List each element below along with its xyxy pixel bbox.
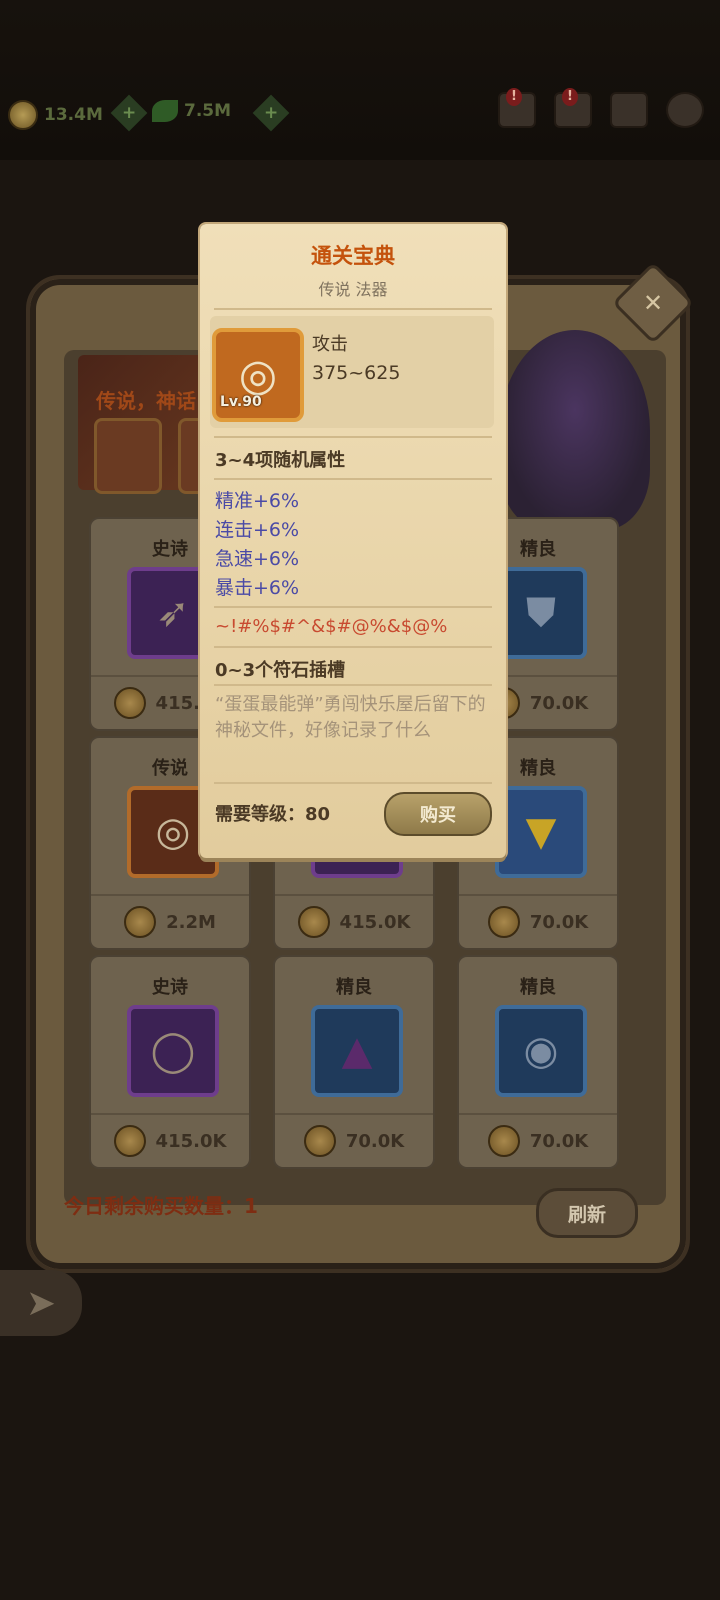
coin-icon [124, 906, 157, 938]
rank-alert-icon[interactable] [498, 88, 536, 128]
rune-slots: 0~3个符石插槽 [215, 660, 346, 681]
item-name: 通关宝典 [311, 244, 395, 268]
banner-item-icon [94, 418, 162, 494]
gem-resource: 7.5M [152, 100, 231, 122]
shop-item-card[interactable]: 精良 ▲ 70.0K [273, 955, 435, 1169]
price-value: 2.2M [166, 911, 216, 933]
stat-value: 375~625 [312, 362, 401, 384]
gold-coin-icon [8, 100, 38, 130]
attr-line: 急速+6% [215, 548, 300, 570]
mail-icon[interactable] [610, 92, 648, 128]
price-value: 70.0K [529, 692, 589, 714]
close-icon: ✕ [642, 288, 664, 317]
item-price: 70.0K [459, 1113, 617, 1167]
remaining-purchases: 今日剩余购买数量：1 [64, 1194, 258, 1218]
coin-icon [303, 1125, 336, 1157]
shop-item-card[interactable]: 精良 ◉ 70.0K [457, 955, 619, 1169]
divider [214, 684, 492, 686]
item-price: 70.0K [275, 1113, 433, 1167]
random-attr-count: 3~4项随机属性 [215, 450, 346, 471]
settings-icon[interactable] [666, 92, 704, 128]
level-badge: Lv.90 [220, 394, 262, 410]
attr-line: 暴击+6% [215, 577, 300, 599]
price-value: 70.0K [529, 1130, 589, 1152]
price-value: 70.0K [345, 1130, 405, 1152]
chat-alert-icon[interactable] [554, 88, 592, 128]
hood-icon: ▲ [311, 1005, 403, 1097]
gold-resource: 13.4M [8, 100, 103, 130]
price-value: 415.0K [339, 911, 411, 933]
item-detail-popup: 通关宝典 传说 法器 ◎ Lv.90 攻击 375~625 3~4项随机属性 精… [200, 224, 506, 858]
item-price: 415.0K [275, 894, 433, 948]
eye-ring-icon: ◉ [495, 1005, 587, 1097]
divider [214, 436, 492, 438]
top-icons [498, 88, 704, 128]
top-bar: 13.4M + 7.5M + [0, 0, 720, 160]
plus-icon: + [110, 94, 148, 132]
item-rarity: 精良 [336, 977, 372, 998]
expand-arrow-icon[interactable]: ➤ [0, 1270, 82, 1336]
hidden-attr-text: ~!#%$#^&$#@%&$@% [215, 616, 448, 637]
coin-icon [297, 906, 330, 938]
plus-icon: + [252, 94, 290, 132]
attr-line: 连击+6% [215, 519, 300, 541]
leaf-icon [152, 100, 178, 122]
cape-icon: ▼ [495, 786, 587, 878]
monster-illustration [500, 330, 650, 530]
coin-icon [487, 1125, 520, 1157]
ring-icon: ◯ [127, 1005, 219, 1097]
shop-item-card[interactable]: 史诗 ◯ 415.0K [89, 955, 251, 1169]
gem-amount: 7.5M [184, 101, 232, 121]
divider [214, 782, 492, 784]
coin-icon [113, 687, 146, 719]
item-price: 2.2M [91, 894, 249, 948]
item-price: 70.0K [459, 894, 617, 948]
divider [214, 478, 492, 480]
price-value: 70.0K [529, 911, 589, 933]
shield-icon: ⛊ [495, 567, 587, 659]
required-level: 需要等级：80 [215, 804, 331, 825]
price-value: 415.0K [155, 1130, 227, 1152]
buy-button[interactable]: 购买 [384, 792, 492, 836]
divider [214, 606, 492, 608]
add-gold-button[interactable]: + [110, 94, 148, 132]
refresh-button[interactable]: 刷新 [536, 1188, 638, 1238]
coin-icon [113, 1125, 146, 1157]
item-description: “蛋蛋最能弹”勇闯快乐屋后留下的神秘文件，好像记录了什么 [215, 694, 486, 741]
divider [214, 646, 492, 648]
item-type: 传说 法器 [318, 280, 388, 299]
item-price: 415.0K [91, 1113, 249, 1167]
divider [214, 308, 492, 310]
gold-amount: 13.4M [44, 105, 103, 125]
coin-icon [487, 906, 520, 938]
stat-label: 攻击 [312, 334, 348, 355]
banner-text: 传说，神话 [96, 389, 196, 413]
item-rarity: 史诗 [152, 977, 188, 998]
add-gem-button[interactable]: + [252, 94, 290, 132]
attr-line: 精准+6% [215, 490, 300, 512]
item-rarity: 精良 [520, 977, 556, 998]
